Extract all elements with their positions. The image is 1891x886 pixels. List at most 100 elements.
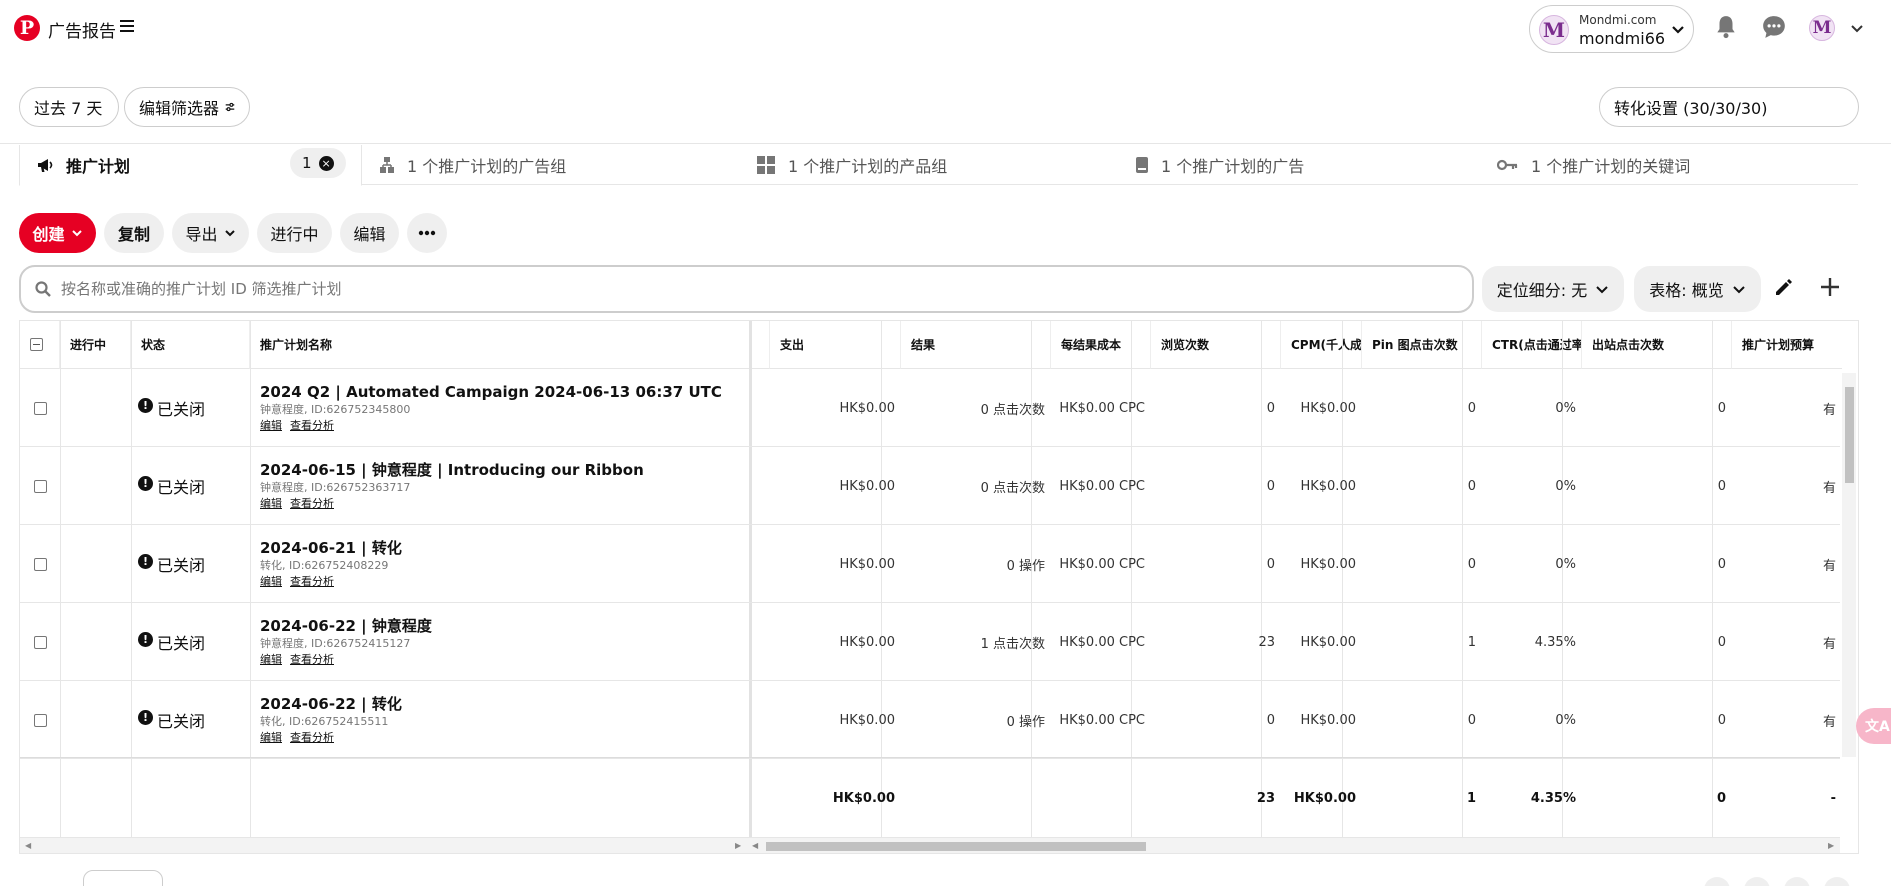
more-options-button[interactable]	[407, 213, 447, 253]
edit-link[interactable]: 编辑	[260, 731, 282, 744]
chevron-down-icon	[71, 230, 82, 237]
campaign-name[interactable]: 2024-06-21 | 转化	[260, 538, 402, 558]
campaign-name[interactable]: 2024 Q2 | Automated Campaign 2024-06-13 …	[260, 382, 722, 402]
messages-icon[interactable]	[1761, 14, 1787, 40]
column-header-outbound-clicks[interactable]: 出站点击次数	[1582, 321, 1732, 369]
impressions-cell: 0	[1266, 478, 1275, 494]
next-page-button[interactable]	[1784, 877, 1810, 886]
user-avatar[interactable]: M	[1809, 15, 1835, 41]
edit-button[interactable]: 编辑	[340, 213, 399, 253]
campaign-name[interactable]: 2024-06-15 | 钟意程度 | Introducing our Ribb…	[260, 460, 644, 480]
ad-icon	[1136, 157, 1148, 173]
scroll-right-icon[interactable]: ▶	[1828, 841, 1834, 850]
bell-icon[interactable]	[1713, 14, 1739, 40]
targeting-breakdown-select[interactable]: 定位细分: 无	[1482, 266, 1624, 312]
tab-campaigns[interactable]: 推广计划 1 ×	[19, 145, 362, 186]
copy-button[interactable]: 复制	[104, 213, 164, 253]
campaign-name-cell: 2024-06-15 | 钟意程度 | Introducing our Ribb…	[260, 447, 740, 525]
last-page-button[interactable]	[1824, 877, 1850, 886]
budget-cell: 有	[1822, 402, 1836, 418]
column-header-pin-clicks[interactable]: Pin 图点击次数	[1362, 321, 1482, 369]
scroll-right-icon[interactable]: ▶	[735, 841, 741, 850]
campaign-links: 编辑 查看分析	[260, 417, 342, 434]
add-column-icon[interactable]	[1819, 276, 1841, 298]
horizontal-scroll-thumb[interactable]	[766, 842, 1146, 851]
cpm-cell: HK$0.00	[1300, 556, 1356, 572]
status-cell: ! 已关闭	[138, 525, 248, 603]
warning-icon: !	[138, 553, 153, 569]
status-cell: ! 已关闭	[138, 603, 248, 681]
hamburger-menu-icon[interactable]	[120, 17, 134, 35]
column-header-name[interactable]: 推广计划名称	[250, 321, 770, 369]
campaign-name[interactable]: 2024-06-22 | 钟意程度	[260, 616, 432, 636]
column-header-ctr[interactable]: CTR(点击通过率)	[1482, 321, 1582, 369]
campaign-name[interactable]: 2024-06-22 | 转化	[260, 694, 402, 714]
export-label: 导出	[185, 225, 218, 244]
first-page-button[interactable]	[1704, 877, 1730, 886]
row-checkbox[interactable]	[33, 713, 47, 727]
tab-ads[interactable]: 1 个推广计划的广告	[1135, 145, 1304, 185]
rows-per-page-select[interactable]	[83, 870, 163, 886]
view-analytics-link[interactable]: 查看分析	[290, 653, 334, 666]
vertical-scrollbar[interactable]	[1842, 373, 1856, 757]
campaign-name-cell: 2024-06-21 | 转化 转化, ID:626752408229 编辑 查看…	[260, 525, 740, 603]
view-analytics-link[interactable]: 查看分析	[290, 731, 334, 744]
campaign-name-cell: 2024-06-22 | 钟意程度 钟意程度, ID:626752415127 …	[260, 603, 740, 681]
tab-ad-groups[interactable]: 1 个推广计划的广告组	[379, 145, 566, 185]
column-header-status[interactable]: 状态	[131, 321, 250, 369]
table-row[interactable]: ! 已关闭 2024-06-22 | 钟意程度 钟意程度, ID:62675241…	[20, 603, 1840, 681]
total-impressions: 23	[1256, 790, 1275, 806]
translate-icon[interactable]: 文A	[1856, 708, 1891, 744]
date-range-button[interactable]: 过去 7 天	[19, 87, 119, 127]
view-analytics-link[interactable]: 查看分析	[290, 419, 334, 432]
select-all-checkbox[interactable]	[30, 338, 43, 351]
pin-clicks-cell: 0	[1467, 400, 1476, 416]
table-row[interactable]: ! 已关闭 2024-06-15 | 钟意程度 | Introducing our…	[20, 447, 1840, 525]
row-checkbox[interactable]	[33, 635, 47, 649]
previous-page-button[interactable]	[1744, 877, 1770, 886]
view-analytics-link[interactable]: 查看分析	[290, 497, 334, 510]
column-header-budget[interactable]: 推广计划预算	[1732, 321, 1842, 369]
table-row[interactable]: ! 已关闭 2024-06-22 | 转化 转化, ID:626752415511…	[20, 681, 1840, 759]
tab-keywords[interactable]: 1 个推广计划的关键词	[1497, 145, 1690, 185]
selected-count-chip[interactable]: 1 ×	[290, 148, 346, 178]
pencil-icon[interactable]	[1772, 276, 1794, 298]
row-checkbox[interactable]	[33, 479, 47, 493]
column-header-cost-per-result[interactable]: 每结果成本	[1051, 321, 1151, 369]
tab-product-groups[interactable]: 1 个推广计划的产品组	[756, 145, 947, 185]
export-button[interactable]: 导出	[172, 213, 249, 253]
campaign-search-box[interactable]	[19, 265, 1474, 313]
edit-filters-button[interactable]: 编辑筛选器	[124, 87, 250, 127]
table-view-select[interactable]: 表格: 概览	[1634, 266, 1761, 312]
clear-selection-icon[interactable]: ×	[318, 155, 334, 171]
impressions-cell: 23	[1258, 634, 1275, 650]
row-checkbox[interactable]	[33, 401, 47, 415]
row-checkbox[interactable]	[33, 557, 47, 571]
tab-ads-label: 1 个推广计划的广告	[1161, 157, 1305, 176]
set-active-button[interactable]: 进行中	[257, 213, 332, 253]
spend-cell: HK$0.00	[839, 634, 895, 650]
filter-sliders-icon	[225, 102, 235, 112]
edit-link[interactable]: 编辑	[260, 497, 282, 510]
create-button[interactable]: 创建	[19, 213, 96, 253]
column-header-results[interactable]: 结果	[901, 321, 1051, 369]
scroll-left-icon[interactable]: ◀	[25, 841, 31, 850]
scroll-left-icon[interactable]: ◀	[752, 841, 758, 850]
column-header-on[interactable]: 进行中	[60, 321, 131, 369]
conversion-settings-button[interactable]: 转化设置 (30/30/30)	[1599, 87, 1859, 127]
edit-link[interactable]: 编辑	[260, 575, 282, 588]
vertical-scroll-thumb[interactable]	[1845, 387, 1854, 483]
account-switcher[interactable]: M Mondmi.com mondmi66	[1529, 5, 1694, 53]
account-username: mondmi66	[1579, 29, 1666, 48]
edit-link[interactable]: 编辑	[260, 419, 282, 432]
chevron-down-icon[interactable]	[1849, 20, 1865, 36]
column-header-cpm[interactable]: CPM(千人成本)	[1281, 321, 1362, 369]
table-row[interactable]: ! 已关闭 2024 Q2 | Automated Campaign 2024-0…	[20, 369, 1840, 447]
pinterest-logo-icon[interactable]: P	[14, 15, 40, 41]
horizontal-scrollbar[interactable]: ◀ ▶ ◀ ▶	[20, 837, 1840, 853]
search-input[interactable]	[61, 280, 1361, 298]
edit-link[interactable]: 编辑	[260, 653, 282, 666]
view-analytics-link[interactable]: 查看分析	[290, 575, 334, 588]
cost-per-result-cell: HK$0.00 CPC	[1059, 556, 1145, 572]
table-row[interactable]: ! 已关闭 2024-06-21 | 转化 转化, ID:626752408229…	[20, 525, 1840, 603]
